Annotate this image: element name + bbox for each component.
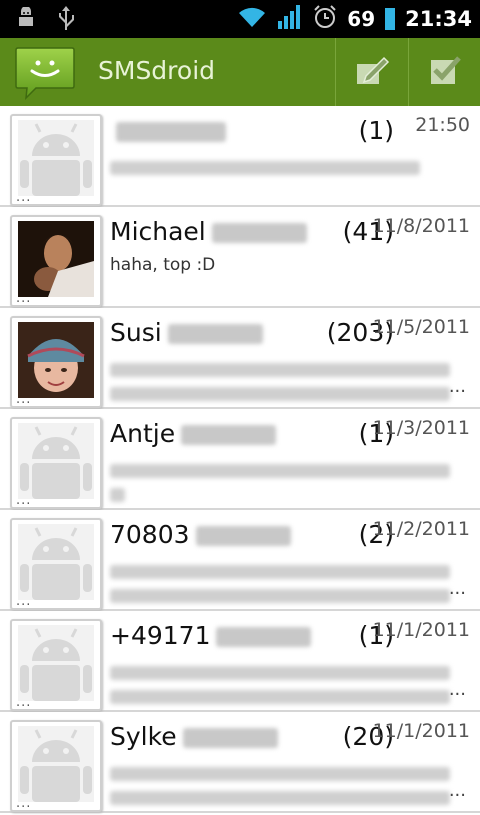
avatar-more-dots: ... — [16, 190, 32, 205]
contact-avatar[interactable]: ... — [10, 417, 102, 509]
redacted-preview-line — [110, 488, 125, 502]
conversation-list[interactable]: ... (1) 21:50... Michael (41) 11/8/2011 haha, … — [0, 106, 480, 813]
status-bar: 69 21:34 — [0, 0, 480, 38]
message-count: (1) — [358, 116, 394, 145]
app-title: SMSdroid — [98, 56, 216, 85]
redacted-preview-line — [110, 464, 450, 478]
wifi-icon — [237, 5, 267, 33]
contact-name: Michael — [110, 217, 307, 246]
contact-name-text: Antje — [110, 419, 176, 448]
contact-avatar[interactable]: ... — [10, 114, 102, 206]
mark-all-read-button[interactable] — [409, 38, 480, 106]
alarm-icon — [313, 5, 337, 33]
redacted-surname — [167, 324, 263, 344]
conversation-row[interactable]: ... Michael (41) 11/8/2011 haha, top :D — [0, 207, 480, 308]
contact-avatar[interactable]: ... — [10, 316, 102, 408]
conversation-row[interactable]: ... 70803 (2) 11/2/2011... — [0, 510, 480, 611]
signal-icon — [277, 5, 303, 33]
redacted-preview-line — [110, 791, 450, 805]
avatar-more-dots: ... — [16, 493, 32, 508]
preview-ellipsis: ... — [448, 578, 466, 599]
last-message-date: 11/5/2011 — [372, 316, 470, 338]
last-message-date: 11/1/2011 — [372, 720, 470, 742]
message-preview — [110, 457, 465, 512]
redacted-preview-line — [110, 666, 450, 680]
preview-ellipsis: ... — [448, 376, 466, 397]
message-preview — [110, 558, 465, 613]
redacted-preview-line — [110, 565, 450, 579]
redacted-surname — [195, 526, 291, 546]
redacted-surname — [181, 425, 277, 445]
preview-ellipsis: ... — [448, 780, 466, 801]
contact-name-text: Susi — [110, 318, 162, 347]
last-message-date: 11/8/2011 — [372, 215, 470, 237]
contact-name-text: Michael — [110, 217, 206, 246]
mark-all-read-icon — [427, 52, 463, 92]
contact-avatar[interactable]: ... — [10, 518, 102, 610]
conversation-row[interactable]: ... Antje (1) 11/3/2011 — [0, 409, 480, 510]
compose-button[interactable] — [336, 38, 408, 106]
android-debug-icon — [14, 6, 38, 35]
status-time: 21:34 — [405, 7, 472, 31]
conversation-row[interactable]: ... Susi (203) 11/5/2011... — [0, 308, 480, 409]
contact-avatar[interactable]: ... — [10, 215, 102, 307]
redacted-preview-line — [110, 161, 420, 175]
contact-avatar[interactable]: ... — [10, 720, 102, 812]
redacted-preview-line — [110, 690, 450, 704]
redacted-surname — [116, 122, 226, 142]
battery-icon — [385, 8, 396, 30]
redacted-preview-line — [110, 387, 450, 401]
contact-name: Susi — [110, 318, 263, 347]
redacted-surname — [182, 728, 278, 748]
avatar-more-dots: ... — [16, 291, 32, 306]
message-preview — [110, 659, 465, 714]
message-preview: haha, top :D — [110, 255, 465, 275]
contact-name-text: Sylke — [110, 722, 177, 751]
last-message-date: 11/3/2011 — [372, 417, 470, 439]
avatar-more-dots: ... — [16, 695, 32, 710]
contact-name: Antje — [110, 419, 277, 448]
message-preview — [110, 760, 465, 815]
last-message-date: 21:50 — [415, 114, 470, 136]
last-message-date: 11/1/2011 — [372, 619, 470, 641]
contact-name-text: 70803 — [110, 520, 190, 549]
last-message-date: 11/2/2011 — [372, 518, 470, 540]
redacted-surname — [216, 627, 312, 647]
avatar-more-dots: ... — [16, 392, 32, 407]
contact-name-text: +49171 — [110, 621, 211, 650]
message-preview — [110, 356, 465, 411]
battery-level-text: 69 — [347, 7, 376, 31]
contact-name: 70803 — [110, 520, 291, 549]
action-bar: SMSdroid — [0, 38, 480, 107]
app-logo-icon[interactable] — [14, 46, 76, 101]
redacted-preview-line — [110, 767, 450, 781]
message-preview — [110, 154, 465, 185]
redacted-surname — [211, 223, 307, 243]
usb-icon — [56, 6, 76, 36]
conversation-row[interactable]: ... (1) 21:50 — [0, 106, 480, 207]
conversation-row[interactable]: ... Sylke (20) 11/1/2011... — [0, 712, 480, 813]
contact-name — [110, 116, 226, 145]
redacted-preview-line — [110, 589, 450, 603]
compose-icon — [354, 52, 390, 92]
avatar-more-dots: ... — [16, 594, 32, 609]
contact-avatar[interactable]: ... — [10, 619, 102, 711]
conversation-row[interactable]: ... +49171 (1) 11/1/2011... — [0, 611, 480, 712]
redacted-preview-line — [110, 363, 450, 377]
message-preview-text: haha, top :D — [110, 255, 216, 275]
contact-name: +49171 — [110, 621, 312, 650]
contact-name: Sylke — [110, 722, 278, 751]
preview-ellipsis: ... — [448, 679, 466, 700]
